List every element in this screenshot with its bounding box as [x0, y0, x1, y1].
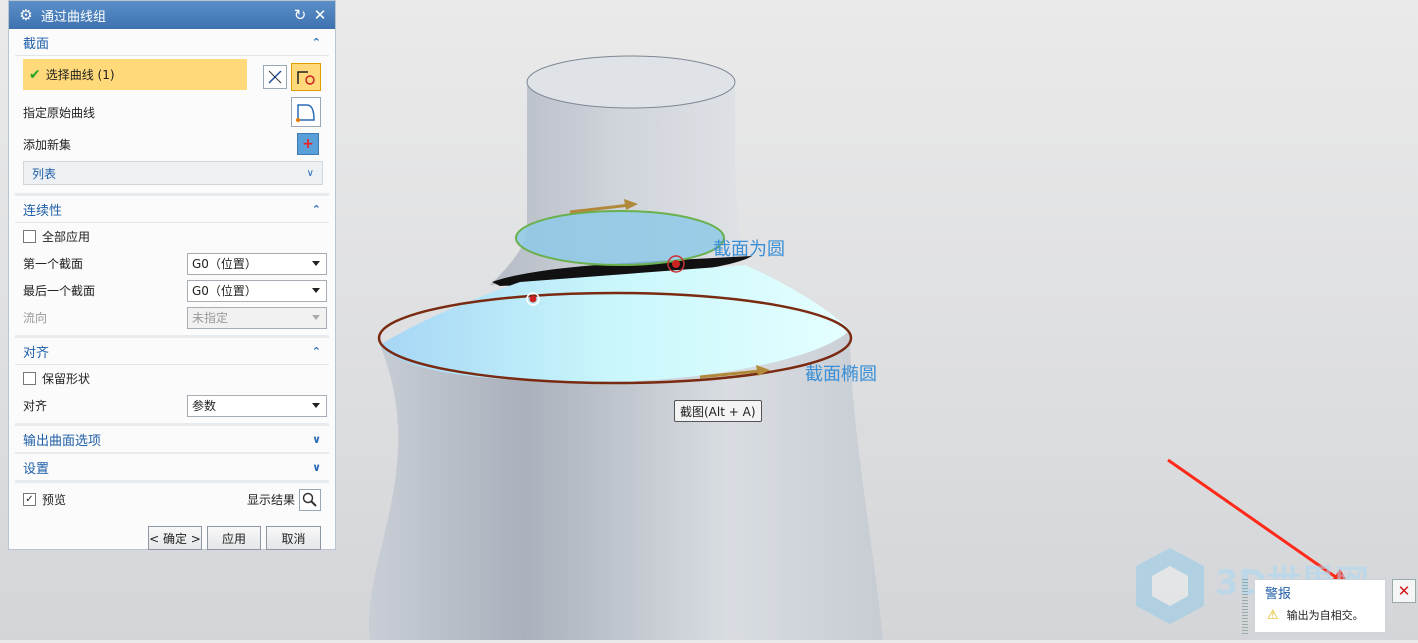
- chevron-down-icon[interactable]: ∨: [312, 461, 321, 474]
- last-section-value: G0（位置）: [192, 284, 257, 298]
- magnifier-icon[interactable]: [299, 488, 321, 511]
- section-panel: ✔ 选择曲线 (1) 指定原始曲线 添加新集 + 列表 ∨: [15, 59, 329, 196]
- apply-all-label: 全部应用: [42, 230, 91, 244]
- apply-button[interactable]: 应用: [207, 526, 261, 550]
- continuity-header[interactable]: 连续性 ⌃: [15, 196, 329, 223]
- preview-row: ✓ 预览 显示结果: [15, 486, 329, 513]
- alert-panel: 警报 ⚠ 输出为自相交。 ✕: [1242, 575, 1418, 640]
- list-label: 列表: [32, 166, 57, 181]
- keep-shape-row[interactable]: 保留形状: [15, 365, 329, 392]
- alert-message: 输出为自相交。: [1286, 609, 1364, 622]
- keep-shape-checkbox[interactable]: [23, 372, 36, 385]
- last-section-row: 最后一个截面 G0（位置）: [15, 277, 329, 304]
- list-expander[interactable]: 列表 ∨: [23, 161, 323, 185]
- chevron-up-icon[interactable]: ⌃: [312, 203, 321, 216]
- alert-close-icon[interactable]: ✕: [1392, 579, 1416, 603]
- reset-icon[interactable]: ↻: [291, 6, 309, 24]
- alert-message-row: ⚠ 输出为自相交。: [1267, 607, 1364, 623]
- annotation-circle-section: 截面为圆: [713, 239, 785, 260]
- specify-origin-row: 指定原始曲线: [15, 99, 331, 126]
- add-set-icon[interactable]: +: [297, 133, 319, 155]
- keep-shape-label: 保留形状: [42, 372, 91, 386]
- screenshot-tooltip: 截图(Alt + A): [674, 400, 762, 422]
- preview-checkbox[interactable]: ✓: [23, 493, 36, 506]
- alignment-header[interactable]: 对齐 ⌃: [15, 338, 329, 365]
- close-icon[interactable]: ✕: [311, 6, 329, 24]
- chevron-down-icon[interactable]: ∨: [307, 168, 314, 179]
- select-curve-label: 选择曲线 (1): [45, 68, 115, 82]
- align-value: 参数: [192, 399, 217, 413]
- output-options-title: 输出曲面选项: [23, 433, 102, 449]
- settings-header[interactable]: 设置 ∨: [15, 454, 329, 483]
- flow-select: 未指定: [187, 306, 327, 329]
- show-result-label: 显示结果: [246, 493, 295, 507]
- align-row: 对齐 参数: [15, 392, 329, 419]
- last-section-select[interactable]: G0（位置）: [187, 279, 327, 302]
- dropdown-arrow-icon: [312, 287, 320, 293]
- flow-value: 未指定: [192, 311, 229, 325]
- apply-all-row[interactable]: 全部应用: [15, 223, 329, 250]
- add-new-set-row: 添加新集: [15, 131, 331, 158]
- chevron-down-icon[interactable]: ∨: [312, 433, 321, 446]
- flow-row: 流向 未指定: [15, 304, 329, 331]
- output-options-header[interactable]: 输出曲面选项 ∨: [15, 426, 329, 454]
- alert-box[interactable]: 警报 ⚠ 输出为自相交。: [1254, 579, 1386, 633]
- dropdown-arrow-icon: [312, 260, 320, 266]
- cancel-button[interactable]: 取消: [266, 526, 321, 550]
- origin-curve-icon[interactable]: [291, 97, 321, 127]
- chevron-up-icon[interactable]: ⌃: [312, 345, 321, 358]
- section-title: 截面: [23, 36, 50, 52]
- circle-section: [515, 210, 725, 266]
- swap-direction-icon[interactable]: [263, 65, 287, 89]
- dropdown-arrow-icon: [312, 402, 320, 408]
- dialog-title: 通过曲线组: [41, 9, 107, 25]
- alignment-panel: 保留形状 对齐 参数: [15, 365, 329, 426]
- alert-title: 警报: [1265, 587, 1292, 602]
- dialog-titlebar: ⚙ 通过曲线组 ↻ ✕: [9, 1, 335, 29]
- continuity-title: 连续性: [23, 203, 63, 219]
- continuity-panel: 全部应用 第一个截面 G0（位置） 最后一个截面 G0（位置） 流向 未指定: [15, 223, 329, 338]
- align-select[interactable]: 参数: [187, 394, 327, 417]
- chevron-up-icon[interactable]: ⌃: [312, 36, 321, 49]
- ok-button[interactable]: < 确定 >: [148, 526, 202, 550]
- add-new-set-label: 添加新集: [23, 138, 72, 152]
- apply-all-checkbox[interactable]: [23, 230, 36, 243]
- watermark-logo: [1136, 548, 1204, 624]
- warning-icon: ⚠: [1267, 607, 1279, 623]
- alignment-title: 对齐: [23, 345, 50, 361]
- annotation-ellipse-section: 截面椭圆: [805, 364, 877, 385]
- check-icon: ✔: [29, 66, 41, 83]
- preview-label: 预览: [42, 493, 67, 507]
- first-section-row: 第一个截面 G0（位置）: [15, 250, 329, 277]
- specify-origin-label: 指定原始曲线: [23, 106, 96, 120]
- through-curve-mesh-dialog: ⚙ 通过曲线组 ↻ ✕ 截面 ⌃ ✔ 选择曲线 (1) 指定原始曲线 添加新集 …: [8, 0, 336, 550]
- settings-title: 设置: [23, 461, 50, 477]
- select-curve-row[interactable]: ✔ 选择曲线 (1): [23, 59, 247, 90]
- first-section-value: G0（位置）: [192, 257, 257, 271]
- dropdown-arrow-icon: [312, 314, 320, 320]
- section-header[interactable]: 截面 ⌃: [15, 29, 329, 56]
- top-cap: [526, 55, 736, 109]
- first-section-select[interactable]: G0（位置）: [187, 252, 327, 275]
- curve-pick-icon[interactable]: [291, 63, 321, 91]
- gear-icon[interactable]: ⚙: [17, 6, 35, 24]
- alert-grip[interactable]: [1242, 579, 1248, 635]
